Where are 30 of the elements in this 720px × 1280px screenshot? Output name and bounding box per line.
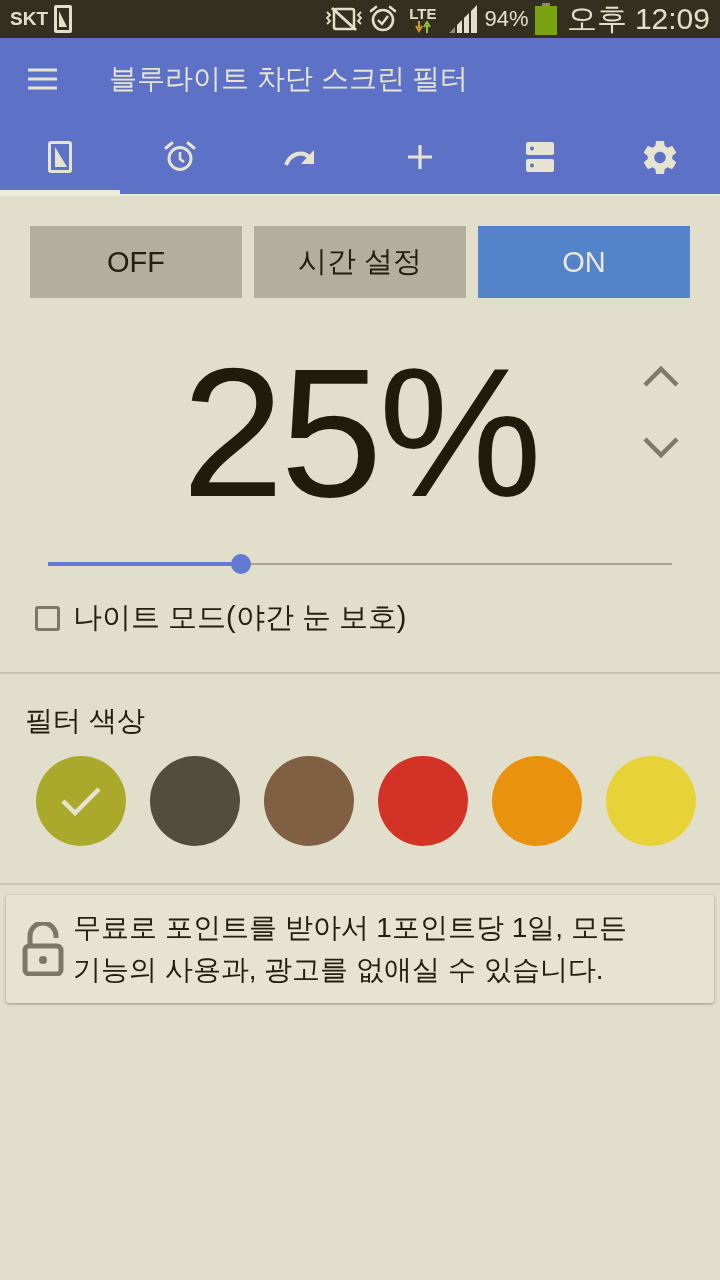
app-title: 블루라이트 차단 스크린 필터 [109,62,469,96]
mode-button[interactable]: OFF [30,226,242,298]
unlocked-padlock-icon [22,922,64,976]
alarm-clock-icon [369,5,398,33]
battery-percent: 94% [484,6,529,32]
chevron-down-icon[interactable] [643,437,679,459]
alarm-clock-icon [164,141,196,173]
mode-button[interactable]: 시간 설정 [254,226,466,298]
chevron-up-icon[interactable] [643,365,679,387]
check-icon [61,786,101,816]
data-arrows-icon [414,20,431,33]
network-type-label: LTE [409,5,437,21]
percent-reading: 25% [181,340,539,524]
menu-icon[interactable] [28,68,57,90]
promo-card[interactable]: 무료로 포인트를 받아서 1포인트당 1일, 모든 기능의 사용과, 광고를 없애실 수 있습니다. [6,895,714,1003]
clock-time: 오후 12:09 [566,0,710,37]
promo-text: 무료로 포인트를 받아서 1포인트당 1일, 모든 기능의 사용과, 광고를 없애실 수 있습니다. [73,911,628,987]
vibrate-off-icon [325,6,364,32]
slider-thumb[interactable] [231,554,252,574]
signal-bars-icon [448,5,479,33]
phone-filter-icon [46,141,74,173]
section-heading: 필터 색상 [24,704,146,738]
night-mode-label[interactable]: 나이트 모드(야간 눈 보호) [73,598,407,638]
phone-filter-icon [54,5,72,33]
settings-icon [644,140,676,174]
plus-icon [408,145,432,169]
carrier-label: SKT [10,8,48,30]
storage-icon [526,142,554,172]
battery-icon [534,3,557,35]
checkbox[interactable] [35,605,60,631]
